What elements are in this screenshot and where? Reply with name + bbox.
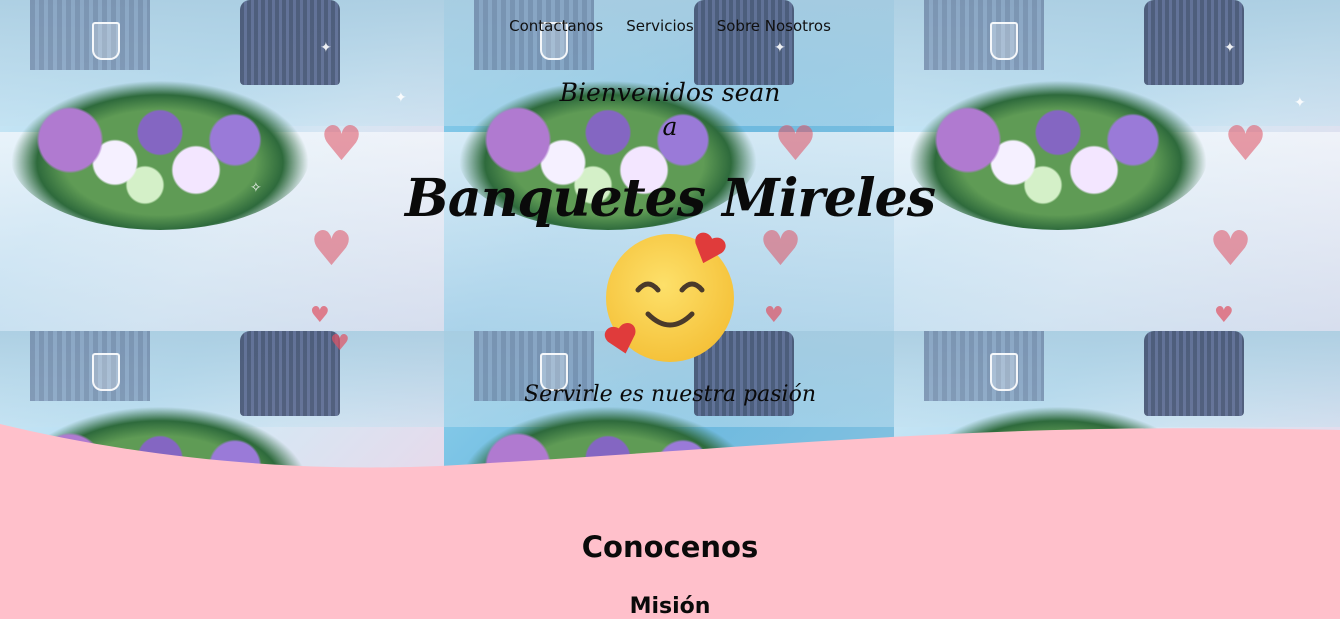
- welcome-line: a: [662, 112, 678, 141]
- mission-heading: Misión: [629, 594, 711, 619]
- background-photo: ♥ ♥ ♥ ✦ ✦: [894, 0, 1340, 331]
- welcome-heading: Bienvenidos sean a: [0, 76, 1340, 144]
- section-title: Conocenos: [581, 530, 759, 564]
- nav-link-servicios[interactable]: Servicios: [626, 17, 693, 35]
- tagline: Servirle es nuestra pasión: [524, 382, 816, 407]
- smiling-face-with-hearts-icon: [604, 232, 736, 364]
- nav-link-sobre-nosotros[interactable]: Sobre Nosotros: [717, 17, 831, 35]
- hero-banner: ♥ ♥ ♥ ✦ ✦ ✧ ♥ ♥ ♥ ✦ ♥ ♥ ♥ ✦ ✦ ♥ Contacta…: [0, 0, 1340, 500]
- main-nav: Contactanos Servicios Sobre Nosotros: [0, 16, 1340, 35]
- wave-divider: [0, 424, 1340, 500]
- nav-link-contactanos[interactable]: Contactanos: [509, 17, 603, 35]
- welcome-line: Bienvenidos sean: [559, 78, 781, 107]
- background-photo: ♥ ♥ ♥ ✦ ✦ ✧: [0, 0, 444, 331]
- brand-title: Banquetes Mireles: [404, 168, 936, 229]
- about-section: Conocenos Misión: [0, 500, 1340, 619]
